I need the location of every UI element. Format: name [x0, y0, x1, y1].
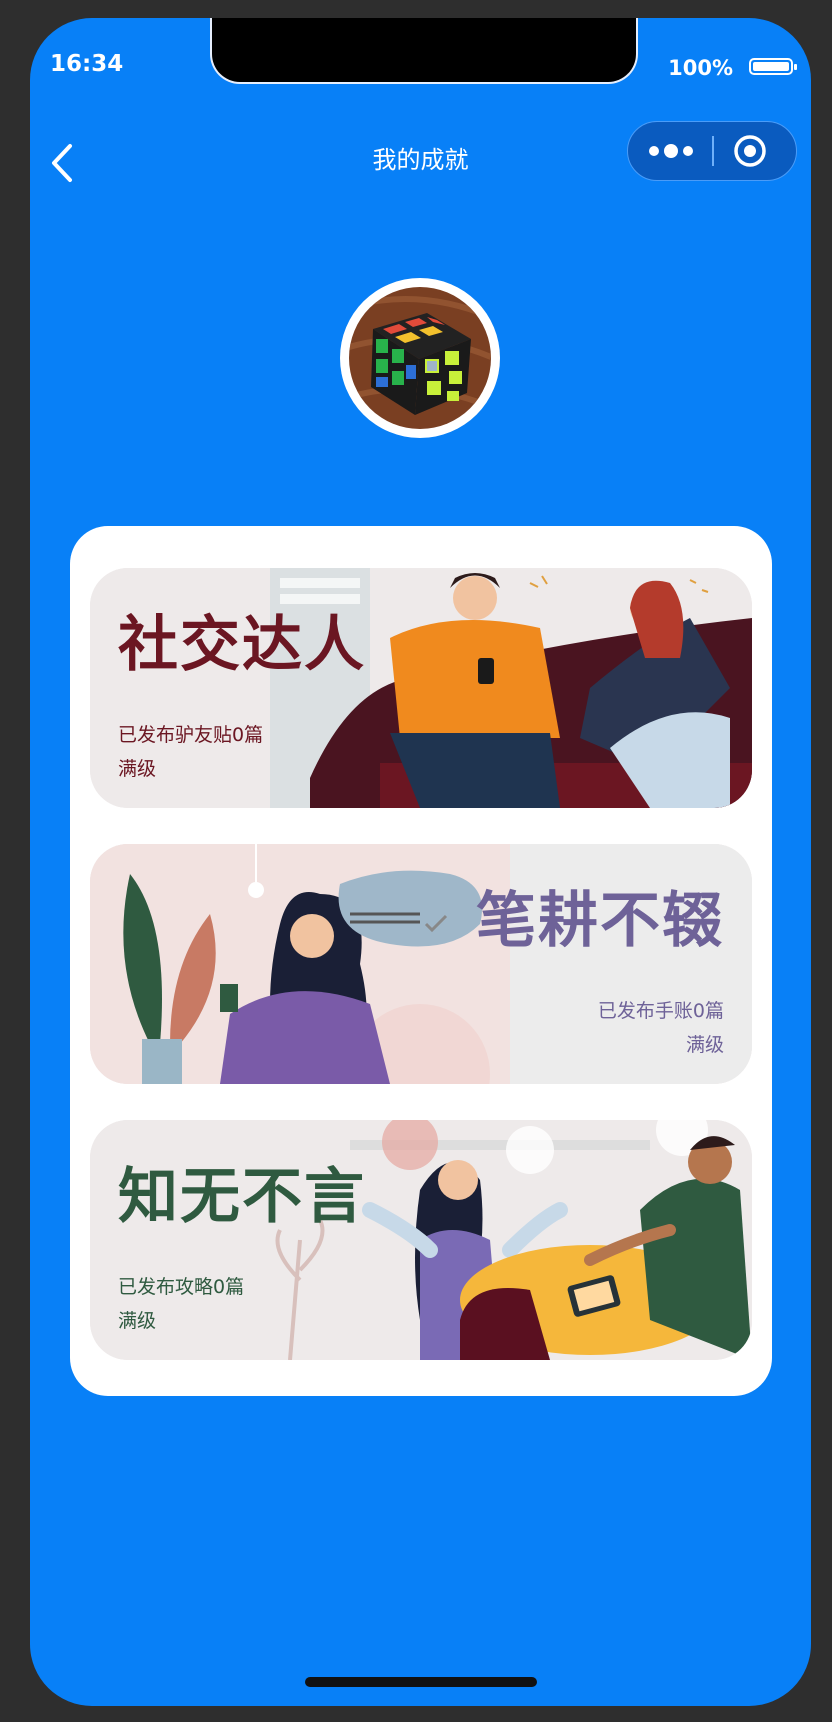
battery-percent: 100% [668, 56, 733, 80]
achievement-guides[interactable]: 知无不言 已发布攻略0篇 满级 [90, 1120, 752, 1360]
phone-screen: 16:34 100% 我的成就 社交达人 已发布驴友贴0篇 满级 笔耕不辍 已发… [30, 18, 811, 1706]
achievement-title: 知无不言 [118, 1162, 366, 1232]
achievement-count: 已发布手账0篇 [597, 1000, 724, 1022]
achievement-title: 社交达人 [118, 610, 366, 680]
achievement-level: 满级 [685, 1034, 724, 1056]
home-indicator[interactable] [305, 1677, 537, 1687]
achievement-title: 笔耕不辍 [476, 886, 724, 956]
achievement-social[interactable]: 社交达人 已发布驴友贴0篇 满级 [90, 568, 752, 808]
battery-icon [749, 58, 797, 75]
mini-program-capsule [627, 121, 797, 181]
achievement-level: 满级 [118, 758, 157, 780]
notch [210, 18, 638, 84]
achievement-count: 已发布驴友贴0篇 [118, 724, 264, 746]
capsule-divider [712, 136, 714, 166]
rubiks-cube-avatar-image [349, 287, 491, 429]
more-icon[interactable] [644, 136, 698, 166]
achievement-count: 已发布攻略0篇 [118, 1276, 245, 1298]
avatar[interactable] [340, 278, 500, 438]
achievement-journal[interactable]: 笔耕不辍 已发布手账0篇 满级 [90, 844, 752, 1084]
achievements-card: 社交达人 已发布驴友贴0篇 满级 笔耕不辍 已发布手账0篇 满级 知无不言 已发… [70, 526, 772, 1396]
achievement-level: 满级 [118, 1310, 157, 1332]
close-icon[interactable] [732, 133, 768, 169]
status-time: 16:34 [50, 51, 124, 77]
